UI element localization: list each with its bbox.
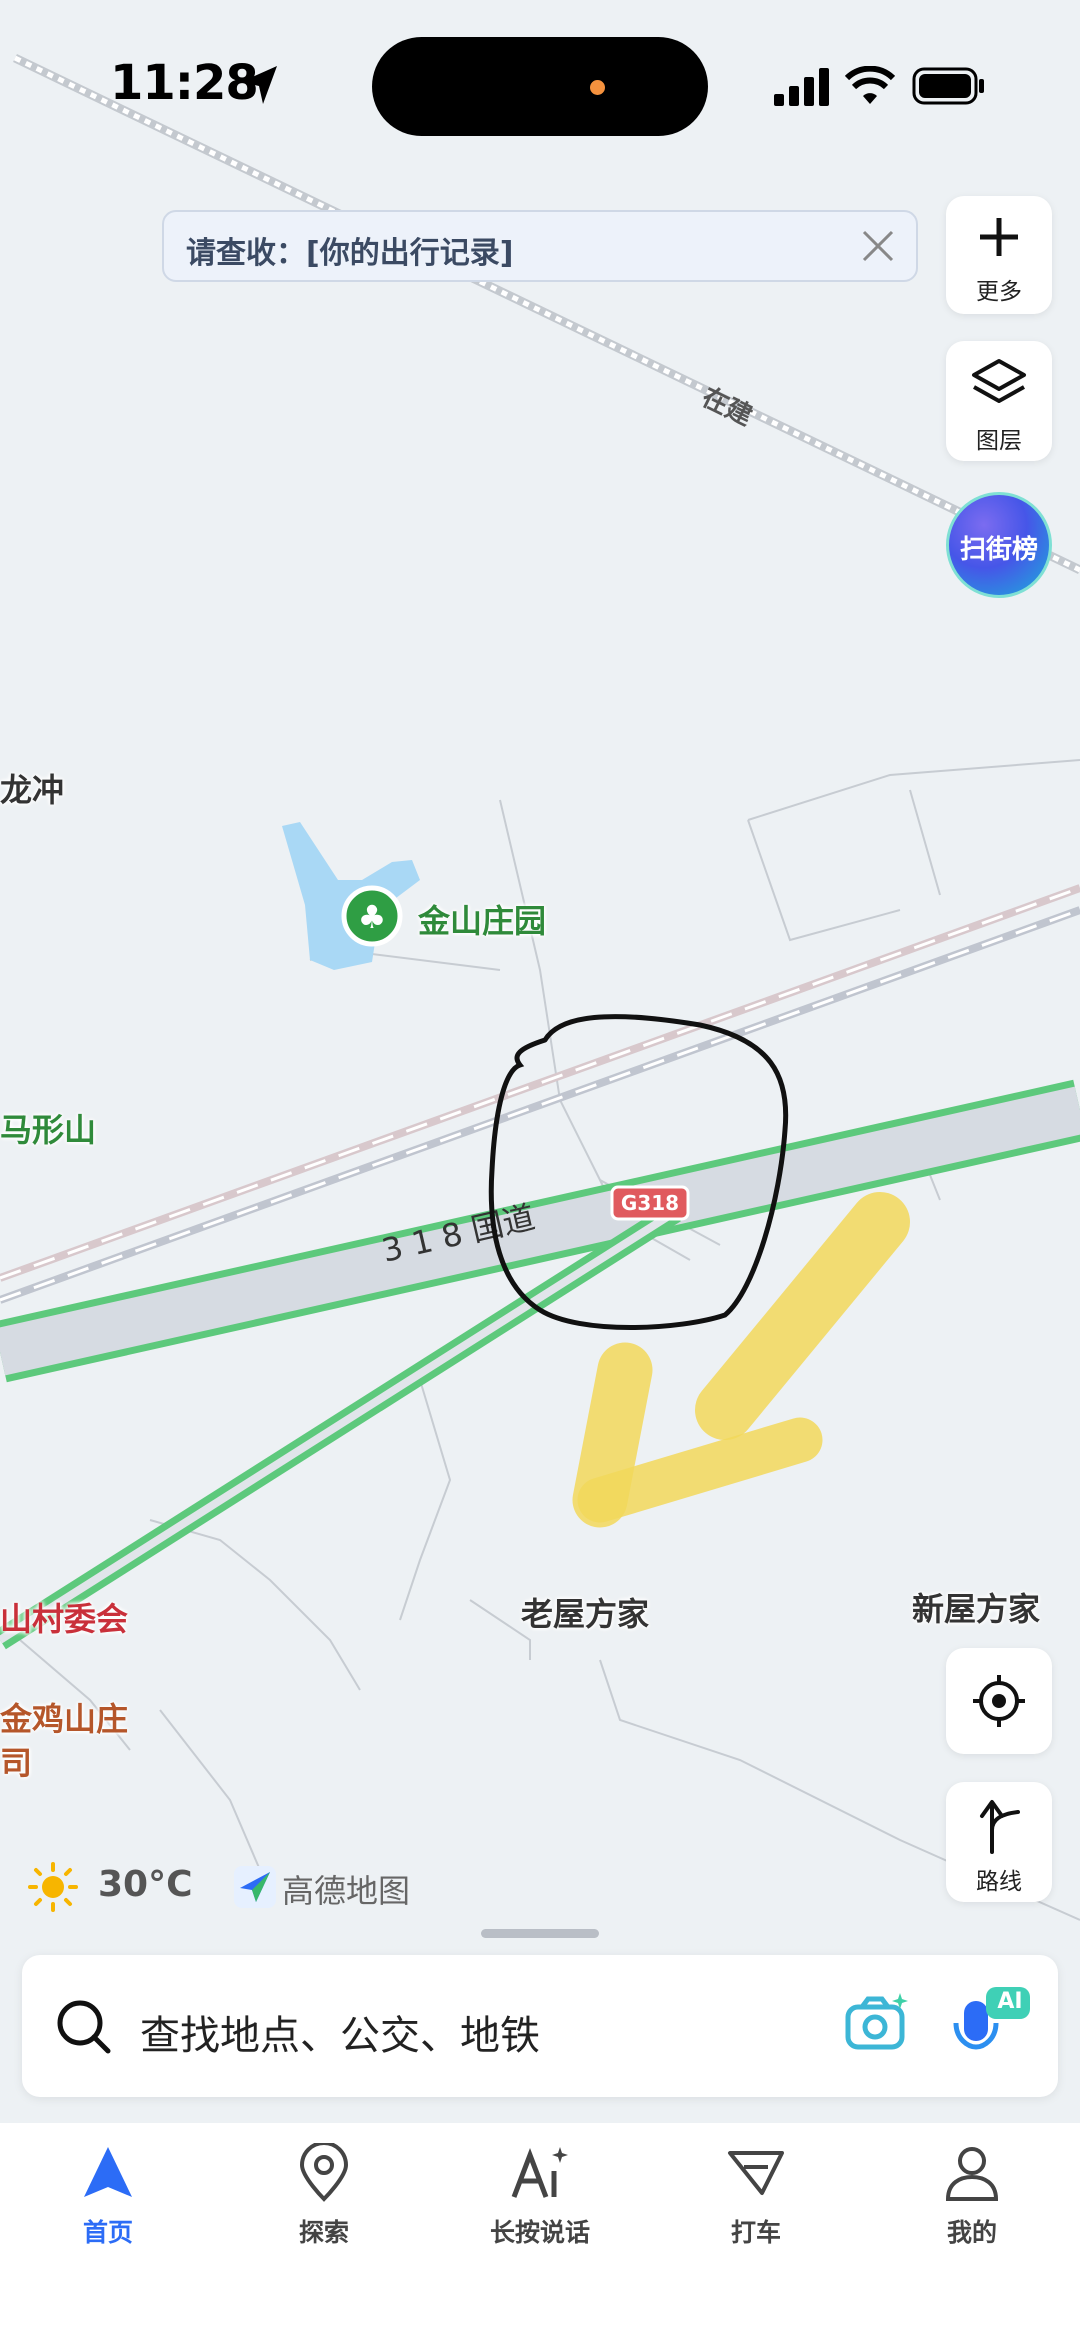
tab-explore[interactable]: 探索 [216,2123,432,2263]
layers-button[interactable]: 图层 [946,341,1052,461]
drawer-handle[interactable] [481,1929,599,1938]
tab-voice-label: 长按说话 [489,2218,590,2247]
map-label-maxingshan: 马形山 [0,1111,97,1149]
camera-scan-icon[interactable] [842,1991,908,2057]
layers-icon [972,359,1026,403]
location-pin-icon [299,2143,349,2202]
tab-taxi-label: 打车 [730,2218,781,2247]
tab-home[interactable]: 首页 [0,2123,216,2263]
brand-name: 高德地图 [282,1872,411,1910]
scan-street-label: 扫街榜 [959,535,1038,565]
status-time: 11:28 [110,55,259,111]
notice-text: 请查收：[你的出行记录] [186,236,514,271]
tab-taxi[interactable]: 打车 [648,2123,864,2263]
battery-icon [912,67,984,105]
sun-icon [28,1862,78,1912]
search-bar[interactable]: 查找地点、公交、地铁 AI [22,1955,1058,2097]
tab-profile[interactable]: 我的 [864,2123,1080,2263]
scan-street-ranking-button[interactable]: 扫街榜 [946,492,1052,598]
map-label-village-committee[interactable]: 山村委会 [0,1594,128,1640]
map-label-longchong: 龙冲 [0,771,65,809]
map-label-new-house: 新屋方家 [912,1590,1041,1628]
more-button[interactable]: 更多 [946,196,1052,314]
tab-profile-label: 我的 [946,2218,997,2247]
close-icon[interactable] [858,226,898,266]
tab-voice[interactable]: 长按说话 [432,2123,648,2263]
bottom-tab-bar: 首页 探索 长按说话 打车 我的 [0,2123,1080,2348]
wifi-icon [845,66,895,104]
route-label: 路线 [976,1869,1022,1895]
svg-text:♣: ♣ [358,898,387,936]
tab-explore-label: 探索 [298,2218,349,2247]
map-label-jinji-manor-2: 司 [0,1744,33,1782]
person-icon [945,2147,999,2201]
location-arrow-icon [241,66,277,104]
amap-logo-icon [234,1866,276,1908]
more-label: 更多 [976,279,1022,305]
ai-badge-text: AI [997,1989,1023,2014]
road-shield-label: G318 [621,1191,679,1215]
map-label-jinji-manor[interactable]: 金鸡山庄 [0,1694,128,1740]
travel-record-notice[interactable]: 请查收：[你的出行记录] [162,210,918,282]
map-label-jinshan-manor[interactable]: 金山庄园 [418,896,546,942]
ai-text-icon [511,2147,568,2198]
crosshair-location-icon [973,1675,1025,1727]
dynamic-island [372,37,708,136]
taxi-icon [728,2151,784,2195]
layers-label: 图层 [976,428,1022,454]
locate-me-button[interactable] [946,1648,1052,1754]
cellular-signal-icon [774,68,829,106]
route-button[interactable]: 路线 [946,1782,1052,1902]
temperature-text: 30°C [98,1864,193,1905]
plus-icon [980,218,1018,256]
route-arrow-icon [980,1800,1020,1854]
tab-home-label: 首页 [82,2218,133,2247]
privacy-indicator-dot [590,80,605,95]
search-input[interactable]: 查找地点、公交、地铁 [140,2003,540,2061]
search-icon [57,2000,111,2054]
navigation-arrow-icon [84,2147,132,2197]
map-label-old-house: 老屋方家 [521,1595,650,1633]
